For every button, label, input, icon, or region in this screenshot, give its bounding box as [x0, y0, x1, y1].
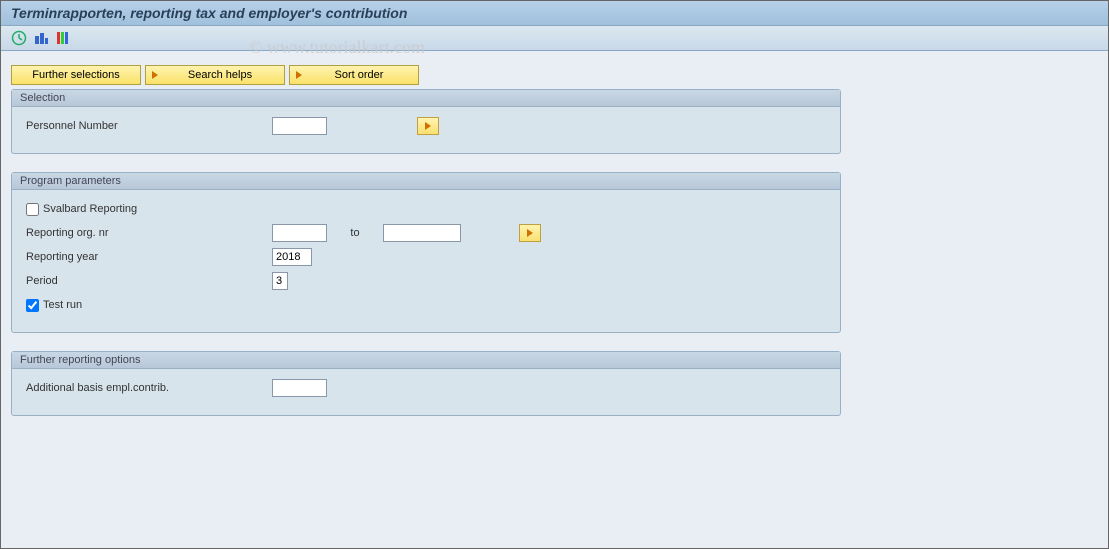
title-text: Terminrapporten, reporting tax and emplo…	[11, 5, 407, 21]
sort-order-button[interactable]: Sort order	[289, 65, 419, 85]
palette-icon[interactable]	[55, 30, 71, 46]
button-label: Sort order	[310, 68, 408, 82]
period-input[interactable]	[272, 272, 288, 290]
further-reporting-group: Further reporting options Additional bas…	[11, 351, 841, 416]
reporting-org-to-input[interactable]	[383, 224, 461, 242]
reporting-org-from-input[interactable]	[272, 224, 327, 242]
selection-group: Selection Personnel Number	[11, 89, 841, 154]
reporting-org-label: Reporting org. nr	[22, 227, 272, 239]
button-label: Further selections	[32, 68, 119, 82]
test-run-label: Test run	[43, 299, 82, 311]
program-parameters-group: Program parameters Svalbard Reporting Re…	[11, 172, 841, 333]
reporting-year-input[interactable]	[272, 248, 312, 266]
window-title: Terminrapporten, reporting tax and emplo…	[1, 1, 1108, 26]
group-title: Selection	[12, 90, 840, 107]
group-title: Program parameters	[12, 173, 840, 190]
test-run-checkbox[interactable]	[26, 299, 39, 312]
arrow-right-icon	[296, 71, 302, 79]
svalbard-label: Svalbard Reporting	[43, 203, 137, 215]
arrow-right-icon	[527, 229, 533, 237]
search-helps-button[interactable]: Search helps	[145, 65, 285, 85]
arrow-right-icon	[425, 122, 431, 130]
multiple-selection-button[interactable]	[519, 224, 541, 242]
to-label: to	[327, 227, 383, 239]
additional-basis-input[interactable]	[272, 379, 327, 397]
selection-button-row: Further selections Search helps Sort ord…	[11, 65, 1098, 85]
content-area: Further selections Search helps Sort ord…	[1, 51, 1108, 444]
reporting-year-label: Reporting year	[22, 251, 272, 263]
arrow-right-icon	[152, 71, 158, 79]
personnel-number-input[interactable]	[272, 117, 327, 135]
group-title: Further reporting options	[12, 352, 840, 369]
button-label: Search helps	[166, 68, 274, 82]
multiple-selection-button[interactable]	[417, 117, 439, 135]
variant-icon[interactable]	[33, 30, 49, 46]
svalbard-checkbox[interactable]	[26, 203, 39, 216]
app-toolbar	[1, 26, 1108, 51]
personnel-number-label: Personnel Number	[22, 120, 272, 132]
period-label: Period	[22, 275, 272, 287]
further-selections-button[interactable]: Further selections	[11, 65, 141, 85]
additional-basis-label: Additional basis empl.contrib.	[22, 382, 272, 394]
execute-icon[interactable]	[11, 30, 27, 46]
